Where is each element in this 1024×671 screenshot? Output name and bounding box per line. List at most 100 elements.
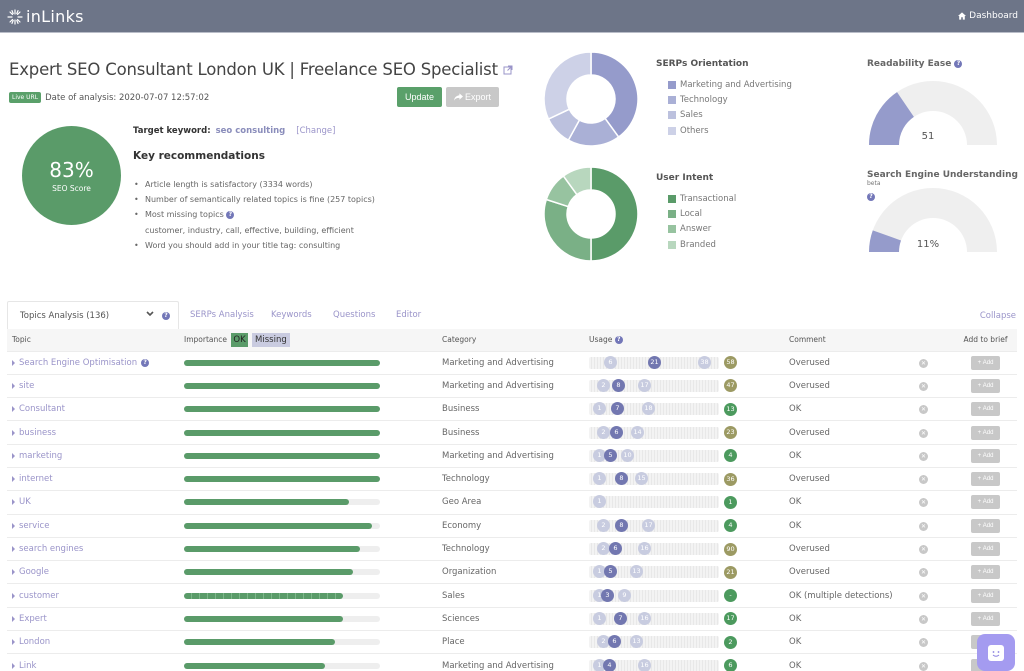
remove-icon[interactable]: ✕ bbox=[919, 358, 928, 368]
remove-icon[interactable]: ✕ bbox=[919, 381, 928, 391]
help-icon[interactable]: ? bbox=[162, 312, 170, 320]
table-row: business Business 2 6 14 23 Overused ✕ + A… bbox=[7, 420, 1017, 445]
header-topic[interactable]: Topic bbox=[7, 329, 179, 351]
external-link-icon[interactable] bbox=[503, 65, 513, 75]
tab-topics-analysis[interactable]: Topics Analysis (136) ? bbox=[7, 301, 179, 329]
topic-link[interactable]: site bbox=[12, 381, 174, 391]
expand-caret-icon[interactable] bbox=[12, 639, 15, 646]
remove-icon[interactable]: ✕ bbox=[919, 428, 928, 438]
usage-marker: 16 bbox=[638, 658, 651, 671]
add-to-brief-button[interactable]: + Add bbox=[971, 518, 1000, 533]
topic-name: UK bbox=[19, 497, 31, 508]
topic-link[interactable]: Consultant bbox=[12, 404, 174, 414]
add-to-brief-button[interactable]: + Add bbox=[971, 495, 1000, 510]
inlinks-logo[interactable]: inLinks bbox=[7, 7, 84, 26]
chat-widget-button[interactable] bbox=[977, 634, 1015, 671]
remove-icon[interactable]: ✕ bbox=[919, 568, 928, 578]
dashboard-link[interactable]: Dashboard bbox=[958, 11, 1018, 21]
add-to-brief-button[interactable]: + Add bbox=[971, 378, 1000, 393]
ok-filter-badge[interactable]: OK bbox=[231, 332, 248, 347]
table-row: site Marketing and Advertising 2 8 17 47 O… bbox=[7, 373, 1017, 398]
donut-slice[interactable] bbox=[543, 51, 592, 121]
topic-cell: London bbox=[7, 630, 179, 654]
topic-link[interactable]: Link bbox=[12, 661, 174, 671]
remove-icon[interactable]: ✕ bbox=[919, 661, 928, 671]
collapse-link[interactable]: Collapse bbox=[980, 311, 1016, 321]
tab-serps-analysis[interactable]: SERPs Analysis bbox=[190, 310, 254, 320]
expand-caret-icon[interactable] bbox=[12, 662, 15, 669]
topic-link[interactable]: search engines bbox=[12, 544, 174, 554]
importance-cell bbox=[179, 653, 437, 671]
chevron-down-icon[interactable] bbox=[146, 311, 154, 317]
add-to-brief-button[interactable]: + Add bbox=[971, 402, 1000, 417]
expand-caret-icon[interactable] bbox=[12, 615, 15, 622]
header-usage[interactable]: Usage ? bbox=[584, 329, 784, 351]
importance-bar-fill bbox=[184, 359, 380, 366]
add-to-brief-button[interactable]: + Add bbox=[971, 355, 1000, 370]
help-icon[interactable]: ? bbox=[954, 59, 963, 68]
export-button[interactable]: Export bbox=[446, 87, 499, 107]
missing-filter-badge[interactable]: Missing bbox=[252, 332, 290, 347]
live-url-badge[interactable]: Live URL bbox=[9, 92, 42, 103]
expand-caret-icon[interactable] bbox=[12, 569, 15, 576]
topic-link[interactable]: business bbox=[12, 428, 174, 438]
remove-icon[interactable]: ✕ bbox=[919, 591, 928, 601]
topic-link[interactable]: customer bbox=[12, 591, 174, 601]
usage-track: 1 bbox=[589, 495, 719, 509]
topic-link[interactable]: service bbox=[12, 521, 174, 531]
tab-questions[interactable]: Questions bbox=[333, 310, 375, 320]
expand-caret-icon[interactable] bbox=[12, 476, 15, 483]
header-comment[interactable]: Comment bbox=[784, 329, 914, 351]
topic-link[interactable]: internet bbox=[12, 474, 174, 484]
topic-cell: site bbox=[7, 373, 179, 398]
remove-icon[interactable]: ✕ bbox=[919, 545, 928, 555]
remove-icon[interactable]: ✕ bbox=[919, 638, 928, 648]
topic-link[interactable]: London bbox=[12, 637, 174, 647]
help-icon[interactable]: ? bbox=[226, 210, 235, 219]
remove-icon[interactable]: ✕ bbox=[919, 475, 928, 485]
add-to-brief-button[interactable]: + Add bbox=[971, 472, 1000, 487]
topic-link[interactable]: Google bbox=[12, 567, 174, 577]
expand-caret-icon[interactable] bbox=[12, 546, 15, 553]
tab-keywords[interactable]: Keywords bbox=[271, 310, 312, 320]
expand-caret-icon[interactable] bbox=[12, 359, 15, 366]
remove-icon[interactable]: ✕ bbox=[919, 451, 928, 461]
add-to-brief-button[interactable]: + Add bbox=[971, 588, 1000, 603]
table-row: Search Engine Optimisation ? Marketing a… bbox=[7, 350, 1017, 375]
expand-caret-icon[interactable] bbox=[12, 499, 15, 506]
add-to-brief-button[interactable]: + Add bbox=[971, 448, 1000, 463]
add-to-brief-button[interactable]: + Add bbox=[971, 611, 1000, 626]
topic-link[interactable]: Expert bbox=[12, 614, 174, 624]
topic-link[interactable]: marketing bbox=[12, 451, 174, 461]
topic-link[interactable]: Search Engine Optimisation ? bbox=[12, 358, 174, 368]
usage-cell: 2 6 14 23 bbox=[584, 420, 784, 445]
usage-track: 1 8 15 bbox=[589, 472, 719, 486]
remove-icon[interactable]: ✕ bbox=[919, 498, 928, 508]
expand-caret-icon[interactable] bbox=[12, 382, 15, 389]
update-button[interactable]: Update bbox=[397, 87, 442, 107]
topic-link[interactable]: UK bbox=[12, 497, 174, 507]
tab-editor[interactable]: Editor bbox=[396, 310, 421, 320]
usage-track: 1 7 18 bbox=[589, 402, 719, 416]
header-importance[interactable]: Importance OK Missing bbox=[179, 329, 437, 351]
header-category[interactable]: Category bbox=[437, 329, 584, 351]
help-icon[interactable]: ? bbox=[141, 358, 150, 367]
share-arrow-icon bbox=[453, 93, 463, 101]
remove-icon[interactable]: ✕ bbox=[919, 521, 928, 531]
expand-caret-icon[interactable] bbox=[12, 406, 15, 413]
expand-caret-icon[interactable] bbox=[12, 429, 15, 436]
donut-slice[interactable] bbox=[590, 166, 639, 262]
remove-cell: ✕ bbox=[914, 466, 954, 491]
expand-caret-icon[interactable] bbox=[12, 592, 15, 599]
add-to-brief-button[interactable]: + Add bbox=[971, 542, 1000, 557]
expand-caret-icon[interactable] bbox=[12, 452, 15, 459]
change-keyword-link[interactable]: [Change] bbox=[296, 126, 335, 136]
add-to-brief-button[interactable]: + Add bbox=[971, 565, 1000, 580]
add-to-brief-button[interactable]: + Add bbox=[971, 425, 1000, 440]
remove-icon[interactable]: ✕ bbox=[919, 614, 928, 624]
legend-label: Technology bbox=[680, 94, 728, 105]
remove-icon[interactable]: ✕ bbox=[919, 405, 928, 415]
donut-slice[interactable] bbox=[543, 198, 592, 262]
help-icon[interactable]: ? bbox=[614, 336, 623, 345]
expand-caret-icon[interactable] bbox=[12, 522, 15, 529]
